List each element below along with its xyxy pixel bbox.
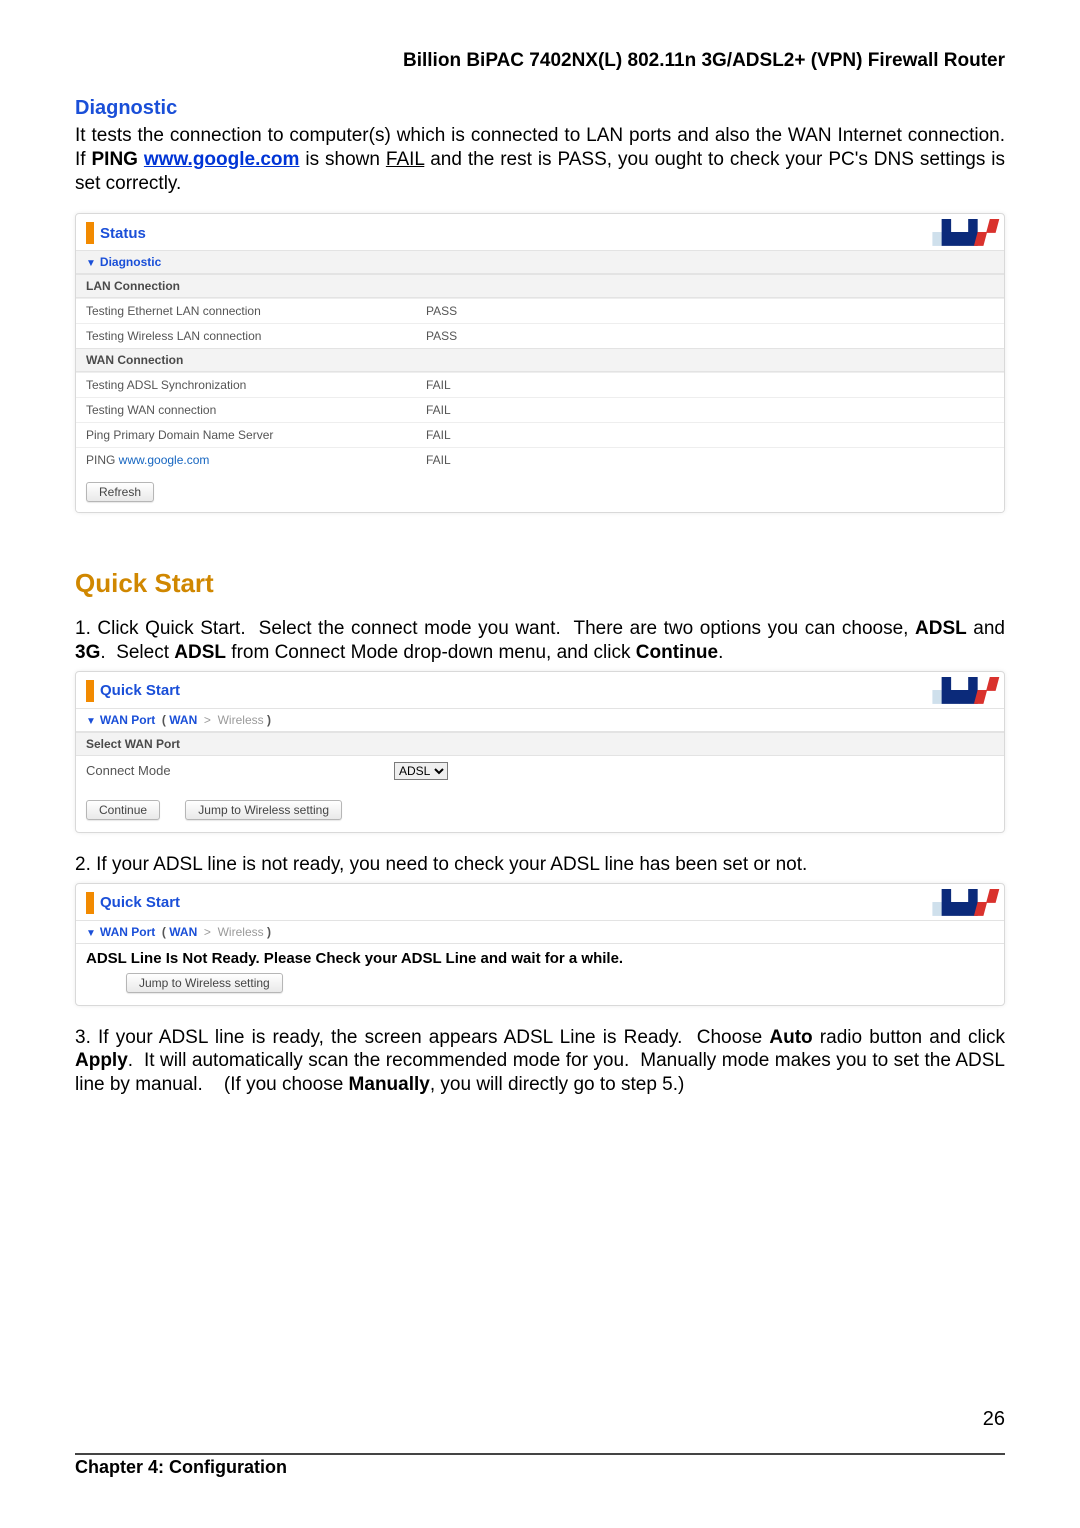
brand-logo: ▗▙▟▞ (924, 220, 994, 246)
table-row: Ping Primary Domain Name Server FAIL (76, 423, 1004, 448)
brand-logo: ▗▙▟▞ (924, 890, 994, 916)
crumb-wanport: WAN Port (100, 925, 155, 939)
diagnostic-panel: Status ▗▙▟▞ ▼Diagnostic LAN Connection T… (75, 213, 1005, 513)
table-row: Testing Ethernet LAN connection PASS (76, 299, 1004, 324)
row-result: FAIL (416, 373, 1004, 398)
table-row: Testing ADSL Synchronization FAIL (76, 373, 1004, 398)
panel-title-qs2: Quick Start (100, 894, 180, 911)
row-result: FAIL (416, 448, 1004, 473)
crumb-sep: > (201, 925, 218, 939)
table-row: PING www.google.com FAIL (76, 448, 1004, 473)
row-name: PING www.google.com (76, 448, 416, 473)
table-row: Testing WAN connection FAIL (76, 398, 1004, 423)
diagnostic-heading: Diagnostic (75, 97, 1005, 120)
row-name: Testing WAN connection (76, 398, 416, 423)
panel-title-qs: Quick Start (100, 682, 180, 699)
panel-title-status: Status (100, 225, 146, 242)
ping-link[interactable]: www.google.com (119, 453, 210, 467)
jump-wireless-button[interactable]: Jump to Wireless setting (126, 973, 283, 993)
doc-title: Billion BiPAC 7402NX(L) 802.11n 3G/ADSL2… (75, 50, 1005, 72)
diag-sub-header: ▼Diagnostic (76, 250, 1004, 274)
chapter-label: Chapter 4: Configuration (75, 1457, 287, 1478)
row-name: Ping Primary Domain Name Server (76, 423, 416, 448)
quickstart-panel-1: Quick Start ▗▙▟▞ ▼WAN Port ( WAN > Wirel… (75, 671, 1005, 833)
row-result: PASS (416, 299, 1004, 324)
row-name: Testing Wireless LAN connection (76, 324, 416, 349)
continue-button[interactable]: Continue (86, 800, 160, 820)
fail-word: FAIL (386, 149, 424, 170)
lan-table: Testing Ethernet LAN connection PASS Tes… (76, 298, 1004, 348)
brand-logo: ▗▙▟▞ (924, 678, 994, 704)
row-result: FAIL (416, 423, 1004, 448)
select-wan-port-header: Select WAN Port (76, 732, 1004, 756)
step1-text: 1. Click Quick Start. Select the connect… (75, 617, 1005, 665)
breadcrumb: ▼WAN Port ( WAN > Wireless ) (76, 708, 1004, 732)
quickstart-heading: Quick Start (75, 568, 1005, 599)
crumb-wanport: WAN Port (100, 713, 155, 727)
panel-accent (86, 680, 94, 702)
crumb-sep: > (201, 713, 218, 727)
connect-mode-label: Connect Mode (86, 763, 376, 778)
panel-accent (86, 222, 94, 244)
diagnostic-paragraph: It tests the connection to computer(s) w… (75, 124, 1005, 195)
crumb-wless: Wireless (218, 713, 264, 727)
crumb-wless: Wireless (218, 925, 264, 939)
table-row: Testing Wireless LAN connection PASS (76, 324, 1004, 349)
wan-table: Testing ADSL Synchronization FAIL Testin… (76, 372, 1004, 472)
diag-ping-bold: PING (92, 149, 144, 170)
step2-text: 2. If your ADSL line is not ready, you n… (75, 853, 1005, 877)
row-name: Testing ADSL Synchronization (76, 373, 416, 398)
wan-header: WAN Connection (76, 348, 1004, 372)
crumb-wan: WAN (169, 713, 197, 727)
panel-accent (86, 892, 94, 914)
page-footer: 26 Chapter 4: Configuration (75, 1430, 1005, 1478)
google-link[interactable]: www.google.com (144, 149, 300, 170)
refresh-button[interactable]: Refresh (86, 482, 154, 502)
diag-sub-label: Diagnostic (100, 255, 161, 269)
lan-header: LAN Connection (76, 274, 1004, 298)
page-number: 26 (983, 1408, 1005, 1430)
connect-mode-select[interactable]: ADSL (394, 762, 448, 780)
ping-prefix: PING (86, 453, 119, 467)
jump-wireless-button[interactable]: Jump to Wireless setting (185, 800, 342, 820)
quickstart-panel-2: Quick Start ▗▙▟▞ ▼WAN Port ( WAN > Wirel… (75, 883, 1005, 1006)
diag-text-2: is shown (299, 149, 385, 170)
row-result: FAIL (416, 398, 1004, 423)
breadcrumb: ▼WAN Port ( WAN > Wireless ) (76, 920, 1004, 944)
crumb-wan: WAN (169, 925, 197, 939)
row-name: Testing Ethernet LAN connection (76, 299, 416, 324)
row-result: PASS (416, 324, 1004, 349)
adsl-not-ready-msg: ADSL Line Is Not Ready. Please Check you… (76, 944, 1004, 973)
step3-text: 3. If your ADSL line is ready, the scree… (75, 1026, 1005, 1097)
